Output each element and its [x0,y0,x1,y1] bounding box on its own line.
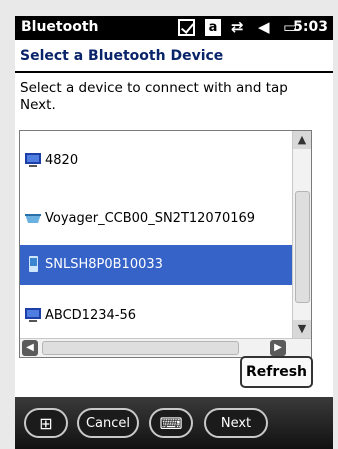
app-title: Bluetooth [21,19,99,35]
page-title: Select a Bluetooth Device [20,48,224,64]
horizontal-scroll-thumb[interactable] [42,341,239,355]
softkey-bar: ⊞ Cancel ⌨ Next [15,397,333,449]
device-list[interactable]: 4820 Voyager_CCB00_SN2T12070169 SNLSH8P0… [19,130,312,358]
scroll-left-button[interactable]: ◀ [22,340,38,356]
next-button[interactable]: Next [204,408,268,438]
clock[interactable]: 5:03 [293,19,328,35]
cancel-button[interactable]: Cancel [77,408,139,438]
device-label: Voyager_CCB00_SN2T12070169 [45,211,256,226]
scroll-right-button[interactable]: ▶ [270,340,286,356]
vertical-scroll-thumb[interactable] [295,191,310,303]
computer-icon [25,153,41,167]
horizontal-scrollbar[interactable]: ◀ ▶ [20,338,311,357]
checkbox-icon[interactable] [178,19,195,36]
phone-icon [29,256,38,272]
keyboard-button[interactable]: ⌨ [149,408,193,438]
scanner-icon [25,214,41,223]
device-item-snlsh[interactable]: SNLSH8P0B10033 [20,245,292,285]
refresh-button[interactable]: Refresh [240,356,313,388]
windows-icon: ⊞ [39,413,53,433]
device-label: ABCD1234-56 [45,308,136,323]
volume-icon[interactable]: ◀ [258,19,276,36]
status-bar: Bluetooth a ⇄ ◀ ▭ 5:03 [15,16,333,40]
device-label: SNLSH8P0B10033 [45,257,163,272]
sync-icon[interactable]: ⇄ [231,19,249,36]
instruction-text: Select a device to connect with and tap … [20,80,288,113]
device-label: 4820 [45,153,79,168]
keyboard-icon: ⌨ [159,413,183,433]
computer-icon [25,308,41,322]
device-item-abcd[interactable]: ABCD1234-56 [20,296,292,336]
scroll-up-button[interactable]: ▲ [293,131,311,149]
device-item-4820[interactable]: 4820 [20,141,292,181]
scroll-down-button[interactable]: ▼ [293,320,311,338]
vertical-scrollbar[interactable]: ▲ ▼ [292,131,311,338]
a-badge-icon[interactable]: a [205,19,221,36]
device-item-voyager[interactable]: Voyager_CCB00_SN2T12070169 [20,199,292,239]
header-divider [15,71,333,73]
start-button[interactable]: ⊞ [24,408,68,438]
screen: Bluetooth a ⇄ ◀ ▭ 5:03 Select a Bluetoot… [15,16,333,449]
